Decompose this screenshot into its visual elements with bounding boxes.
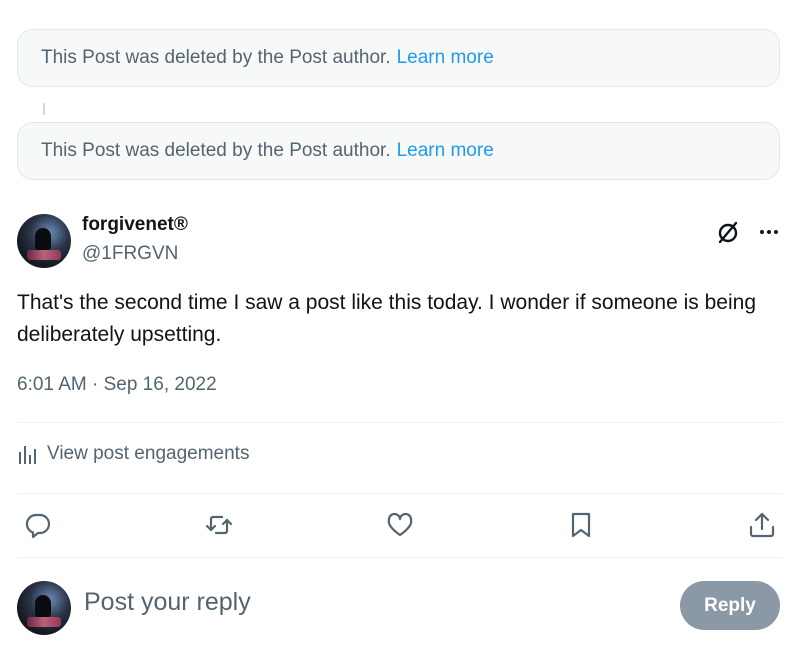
post-timestamp[interactable]: 6:01 AM · Sep 16, 2022 (17, 374, 217, 396)
view-engagements-link[interactable]: View post engagements (17, 443, 249, 465)
post-text: That's the second time I saw a post like… (17, 291, 756, 346)
reply-button[interactable]: Reply (680, 581, 780, 630)
bookmark-icon[interactable] (566, 510, 596, 540)
repost-icon[interactable] (204, 510, 234, 540)
divider (17, 422, 782, 423)
thread-connector-line (43, 103, 45, 115)
grok-icon[interactable] (715, 219, 741, 245)
deleted-post-text: This Post was deleted by the Post author… (41, 47, 391, 68)
author-name[interactable]: forgivenet® (82, 214, 188, 236)
author-avatar[interactable] (17, 214, 71, 268)
author-handle[interactable]: @1FRGVN (82, 243, 178, 265)
share-icon[interactable] (747, 510, 777, 540)
deleted-post-text: This Post was deleted by the Post author… (41, 140, 391, 161)
like-icon[interactable] (385, 510, 415, 540)
analytics-icon (19, 446, 36, 464)
deleted-post-notice: This Post was deleted by the Post author… (17, 29, 780, 87)
divider (17, 493, 782, 494)
learn-more-link[interactable]: Learn more (397, 140, 494, 162)
learn-more-link[interactable]: Learn more (397, 47, 494, 69)
current-user-avatar[interactable] (17, 581, 71, 635)
more-options-icon[interactable] (754, 219, 784, 245)
post-detail-view: This Post was deleted by the Post author… (0, 0, 810, 667)
reply-icon[interactable] (23, 510, 53, 540)
divider (17, 557, 782, 558)
reply-input[interactable]: Post your reply (84, 588, 251, 617)
deleted-post-notice: This Post was deleted by the Post author… (17, 122, 780, 180)
view-engagements-label: View post engagements (47, 443, 250, 464)
